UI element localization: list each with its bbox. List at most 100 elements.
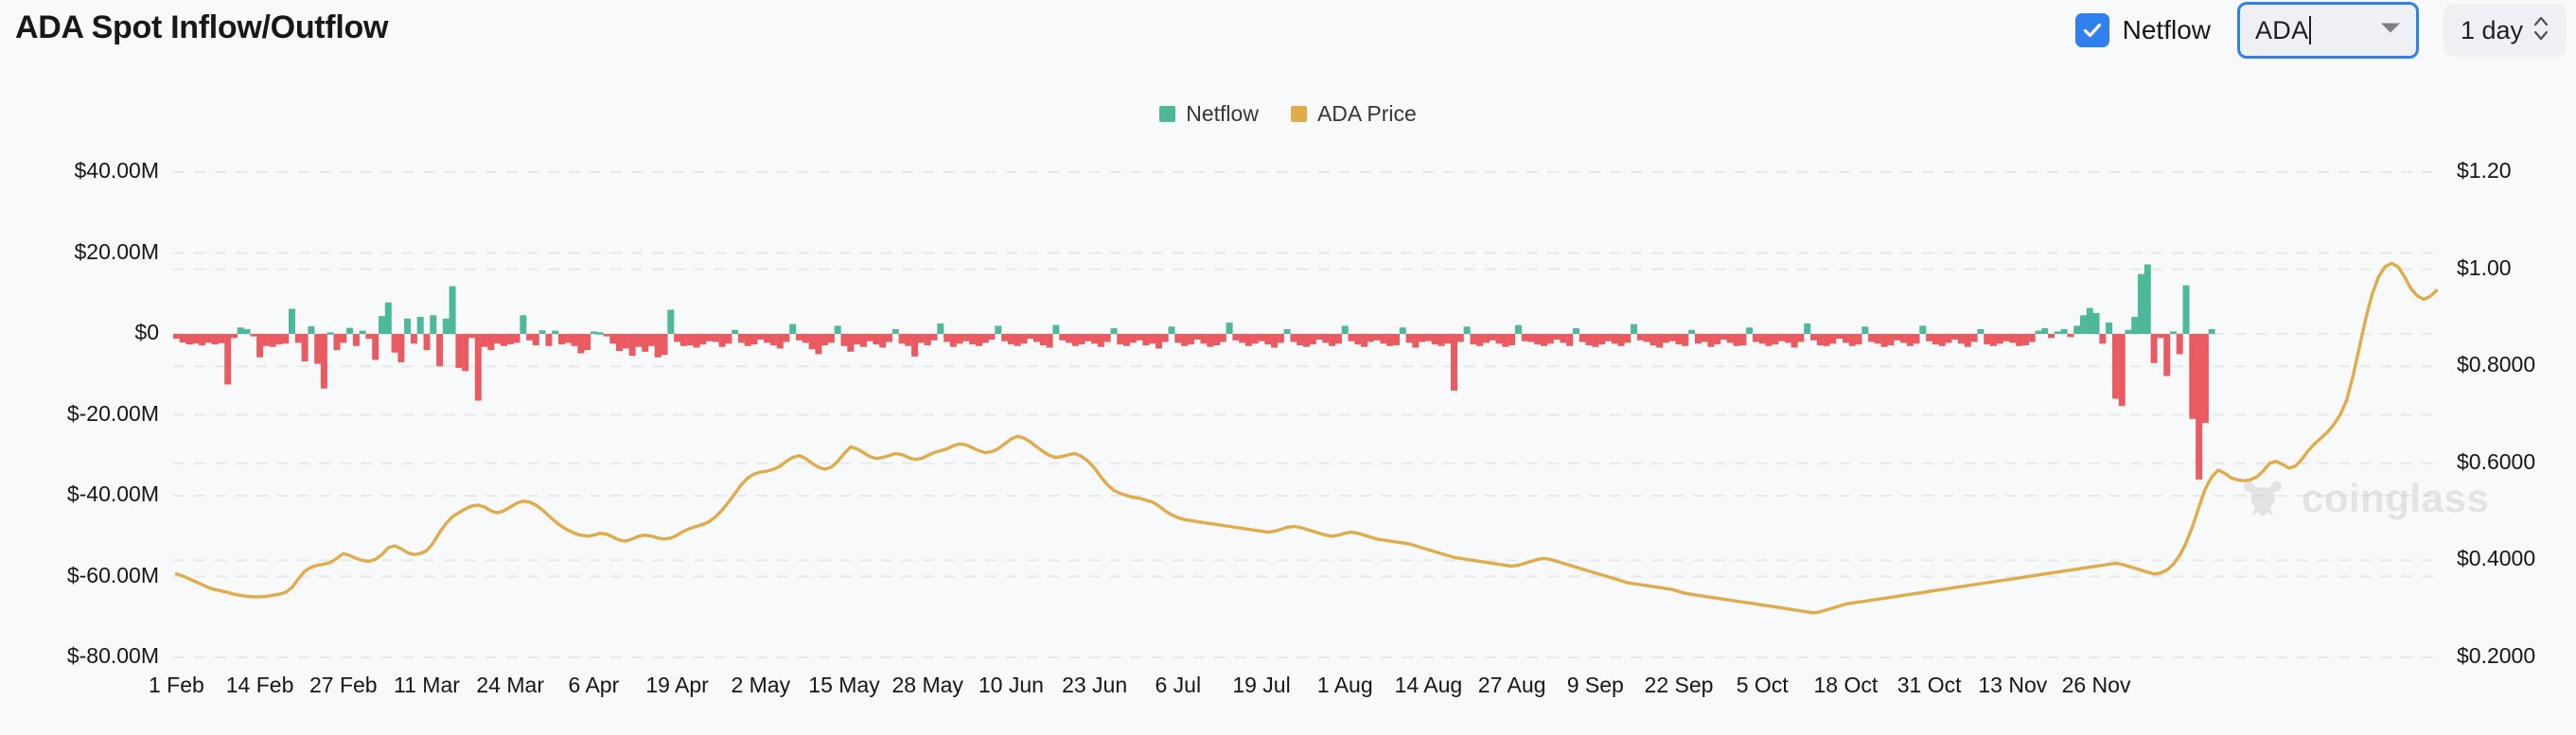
netflow-bar	[680, 334, 687, 346]
netflow-bar	[1406, 334, 1413, 342]
netflow-bar	[192, 334, 199, 343]
netflow-bar	[1021, 334, 1028, 343]
netflow-bar	[918, 334, 925, 342]
netflow-bar	[173, 334, 180, 339]
netflow-bar	[1727, 334, 1734, 342]
netflow-bar	[957, 334, 963, 343]
y-axis-right-tick: $0.4000	[2457, 546, 2535, 571]
y-axis-right-tick: $1.20	[2457, 158, 2512, 184]
netflow-bar	[616, 334, 623, 351]
netflow-bar	[1123, 334, 1130, 346]
netflow-bar	[1560, 334, 1566, 342]
netflow-bar	[789, 324, 796, 334]
netflow-bar	[1907, 334, 1914, 346]
netflow-bar	[1181, 334, 1188, 346]
netflow-bar	[1637, 334, 1644, 341]
chart-area: $40.00M$20.00M$0$-20.00M$-40.00M$-60.00M…	[0, 0, 2576, 735]
netflow-bar	[879, 334, 886, 348]
netflow-bar	[1502, 334, 1509, 347]
netflow-bar	[565, 334, 572, 342]
netflow-bar	[1676, 334, 1683, 344]
netflow-bar	[937, 324, 944, 334]
netflow-bar	[392, 334, 398, 353]
netflow-bar	[944, 334, 950, 342]
netflow-bar	[1605, 334, 1612, 341]
netflow-bar	[282, 334, 289, 343]
netflow-bar	[2080, 315, 2087, 334]
netflow-bar	[2067, 334, 2073, 337]
netflow-bar	[1631, 324, 1637, 334]
netflow-bar	[238, 327, 244, 334]
netflow-bar	[1734, 334, 1740, 346]
netflow-bar	[577, 334, 584, 354]
netflow-bar	[751, 334, 758, 344]
netflow-bar	[1579, 334, 1586, 342]
gridlines	[173, 172, 2440, 657]
netflow-bar	[1592, 334, 1598, 347]
netflow-bar	[1079, 334, 1085, 344]
netflow-bar	[205, 334, 212, 342]
netflow-bar	[302, 334, 309, 361]
netflow-bar	[1033, 334, 1040, 342]
netflow-bar	[218, 334, 224, 343]
netflow-bar	[989, 334, 996, 340]
netflow-bar	[365, 334, 372, 339]
netflow-bar	[2048, 334, 2055, 338]
netflow-bar	[623, 334, 629, 348]
netflow-bar	[892, 329, 899, 334]
netflow-bar	[1849, 334, 1856, 346]
netflow-bar	[334, 334, 341, 350]
netflow-bar	[1965, 334, 1971, 347]
netflow-bar	[443, 319, 450, 334]
netflow-bar	[353, 334, 360, 346]
netflow-bar	[1059, 334, 1066, 341]
netflow-bar	[1303, 334, 1310, 347]
netflow-bar	[1015, 334, 1021, 346]
netflow-bar	[1091, 334, 1098, 343]
netflow-bar	[713, 334, 719, 342]
netflow-bar	[2003, 334, 2010, 341]
netflow-bar	[539, 330, 546, 334]
netflow-bar	[424, 334, 431, 350]
netflow-bar	[397, 334, 404, 362]
netflow-bar	[1156, 334, 1162, 348]
netflow-bar	[867, 334, 873, 341]
netflow-bar	[1977, 329, 1984, 334]
netflow-bar	[417, 317, 424, 334]
netflow-bar	[1797, 334, 1804, 342]
netflow-bar	[244, 329, 251, 334]
netflow-bar	[520, 315, 526, 334]
netflow-bar	[2022, 334, 2029, 345]
netflow-bar	[584, 334, 591, 350]
netflow-bar	[1688, 330, 1695, 334]
netflow-bar	[2189, 334, 2196, 419]
netflow-bar	[1509, 334, 1515, 345]
netflow-bar	[662, 334, 668, 355]
netflow-bar	[1386, 334, 1393, 346]
netflow-bar	[1817, 334, 1824, 345]
netflow-bar	[719, 334, 726, 347]
netflow-bar	[1702, 334, 1708, 342]
netflow-bar	[1220, 334, 1226, 342]
netflow-bar	[976, 334, 982, 346]
netflow-bar	[1547, 334, 1554, 343]
netflow-bar	[1226, 323, 1233, 334]
netflow-bar	[360, 331, 366, 334]
netflow-bar	[199, 334, 205, 345]
netflow-bar	[604, 334, 610, 337]
netflow-bar	[886, 334, 892, 342]
netflow-bar	[1047, 334, 1053, 348]
netflow-bar	[1720, 334, 1727, 340]
netflow-bar	[1066, 334, 1072, 342]
netflow-bar	[1804, 324, 1810, 334]
netflow-bar	[1946, 334, 1952, 342]
netflow-bar	[263, 334, 270, 346]
netflow-bar	[1380, 334, 1386, 343]
netflow-bar	[1887, 334, 1894, 345]
netflow-bar	[1836, 334, 1843, 339]
netflow-bar	[231, 334, 238, 338]
netflow-bar	[1476, 334, 1483, 346]
netflow-bar	[1663, 334, 1669, 342]
netflow-bar	[2119, 334, 2126, 406]
netflow-bar	[1008, 334, 1015, 344]
